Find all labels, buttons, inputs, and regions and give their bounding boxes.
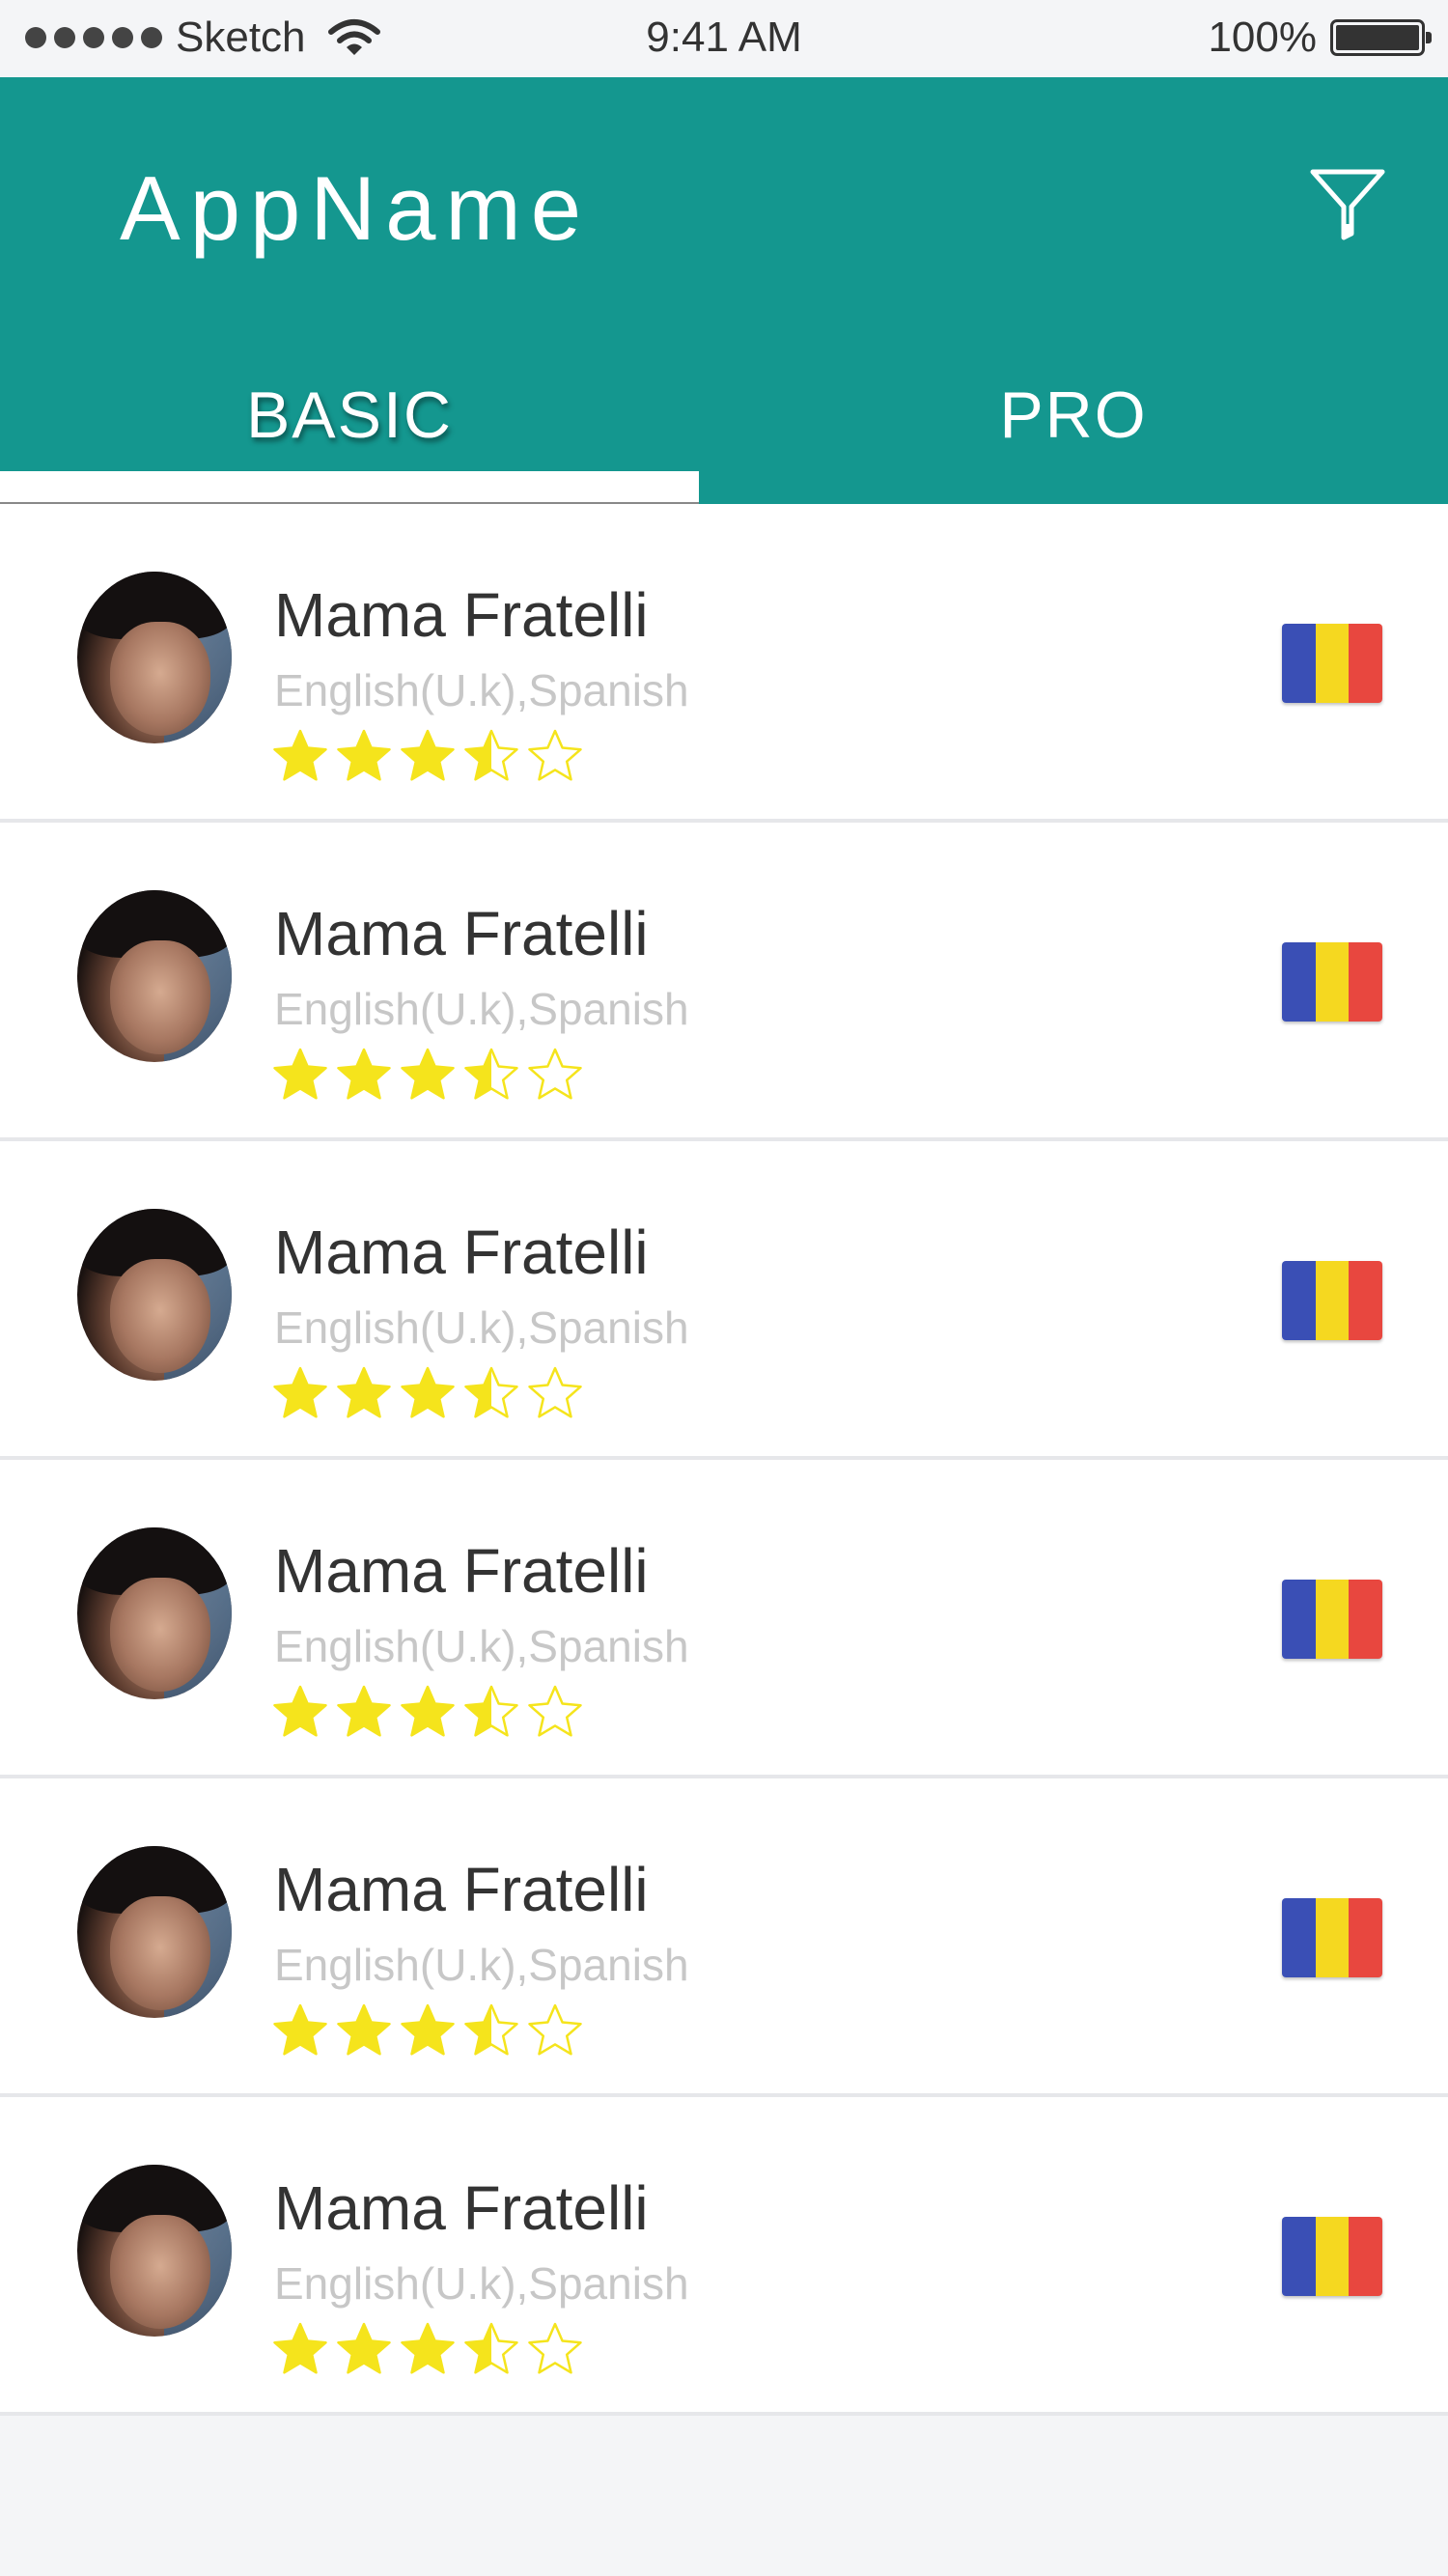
item-name: Mama Fratelli <box>274 899 649 968</box>
star-icon <box>528 2003 582 2056</box>
star-icon <box>273 729 327 781</box>
list-item[interactable]: Mama Fratelli English(U.k),Spanish <box>0 2097 1448 2416</box>
star-icon <box>273 1048 327 1100</box>
item-languages: English(U.k),Spanish <box>274 984 689 1034</box>
item-name: Mama Fratelli <box>274 1536 649 1606</box>
star-icon <box>401 2322 455 2374</box>
star-icon <box>273 1685 327 1737</box>
star-icon <box>528 729 582 781</box>
avatar <box>77 572 232 743</box>
star-icon <box>273 2322 327 2374</box>
flag-icon <box>1282 942 1382 1022</box>
flag-icon <box>1282 1580 1382 1659</box>
tutor-list: Mama Fratelli English(U.k),Spanish Mama … <box>0 504 1448 2416</box>
battery-icon <box>1330 19 1432 56</box>
avatar <box>77 890 232 1062</box>
star-icon <box>337 2003 391 2056</box>
item-languages: English(U.k),Spanish <box>274 1302 689 1353</box>
star-icon <box>337 729 391 781</box>
item-name: Mama Fratelli <box>274 1855 649 1924</box>
list-item[interactable]: Mama Fratelli English(U.k),Spanish <box>0 823 1448 1141</box>
star-icon <box>464 2322 518 2374</box>
tab-basic[interactable]: BASIC <box>0 367 699 473</box>
star-icon <box>528 2322 582 2374</box>
star-icon <box>337 2322 391 2374</box>
list-item[interactable]: Mama Fratelli English(U.k),Spanish <box>0 1460 1448 1778</box>
star-icon <box>401 1366 455 1418</box>
list-item[interactable]: Mama Fratelli English(U.k),Spanish <box>0 1141 1448 1460</box>
list-item[interactable]: Mama Fratelli English(U.k),Spanish <box>0 504 1448 823</box>
star-icon <box>401 2003 455 2056</box>
star-icon <box>273 1366 327 1418</box>
star-rating <box>272 1047 583 1103</box>
battery-percent: 100% <box>1208 14 1317 61</box>
app-header: AppName BASIC PRO <box>0 77 1448 504</box>
star-rating <box>272 2321 583 2377</box>
avatar <box>77 1209 232 1381</box>
avatar <box>77 2165 232 2337</box>
status-bar: Sketch 9:41 AM 100% <box>0 0 1448 77</box>
star-icon <box>337 1685 391 1737</box>
avatar <box>77 1846 232 2018</box>
list-item[interactable]: Mama Fratelli English(U.k),Spanish <box>0 1778 1448 2097</box>
avatar <box>77 1527 232 1699</box>
star-icon <box>464 729 518 781</box>
filter-funnel-icon[interactable] <box>1309 166 1386 243</box>
star-icon <box>528 1366 582 1418</box>
tab-selected-indicator <box>0 471 699 504</box>
star-icon <box>337 1048 391 1100</box>
flag-icon <box>1282 2217 1382 2296</box>
star-rating <box>272 1365 583 1421</box>
star-rating <box>272 2002 583 2058</box>
star-icon <box>528 1685 582 1737</box>
status-bar-right: 100% <box>1208 14 1432 62</box>
item-languages: English(U.k),Spanish <box>274 1940 689 1990</box>
app-title: AppName <box>120 157 591 259</box>
star-icon <box>401 729 455 781</box>
star-icon <box>401 1685 455 1737</box>
flag-icon <box>1282 1898 1382 1977</box>
star-icon <box>464 1685 518 1737</box>
item-name: Mama Fratelli <box>274 580 649 650</box>
star-icon <box>401 1048 455 1100</box>
star-rating <box>272 1684 583 1740</box>
star-icon <box>273 2003 327 2056</box>
flag-icon <box>1282 624 1382 703</box>
flag-icon <box>1282 1261 1382 1340</box>
star-icon <box>528 1048 582 1100</box>
star-icon <box>337 1366 391 1418</box>
star-icon <box>464 1366 518 1418</box>
star-rating <box>272 728 583 784</box>
item-languages: English(U.k),Spanish <box>274 1621 689 1671</box>
item-name: Mama Fratelli <box>274 2173 649 2243</box>
item-name: Mama Fratelli <box>274 1218 649 1287</box>
item-languages: English(U.k),Spanish <box>274 2258 689 2309</box>
star-icon <box>464 2003 518 2056</box>
item-languages: English(U.k),Spanish <box>274 665 689 715</box>
star-icon <box>464 1048 518 1100</box>
tab-pro[interactable]: PRO <box>699 367 1448 473</box>
